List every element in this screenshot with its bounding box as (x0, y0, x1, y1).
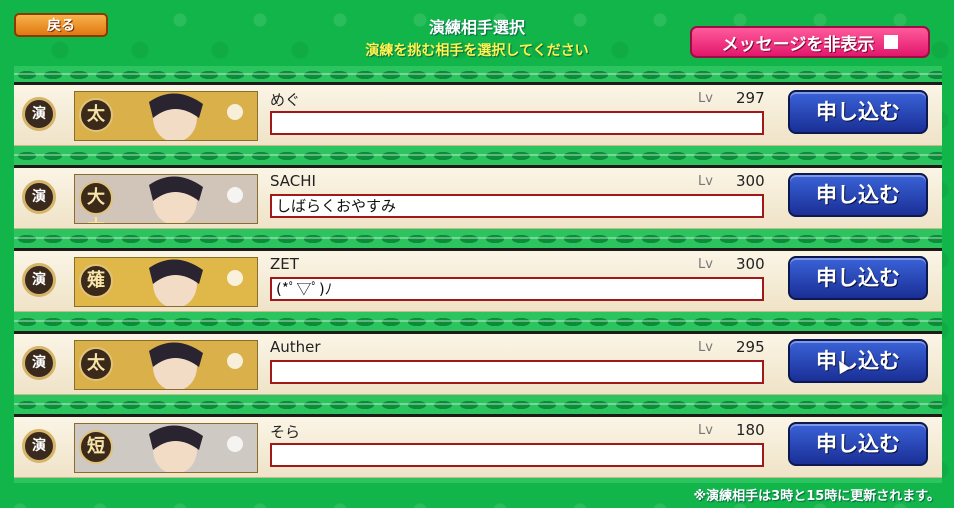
practice-badge-icon: 演 (22, 180, 56, 214)
opponent-row: 演 大太 SACHI Lv 300 しばらくおやすみ 申し込む (14, 165, 942, 229)
portrait-flower (227, 436, 243, 452)
opponent-row: 演 太 Auther Lv 295 申し込む (14, 331, 942, 395)
opponent-portrait: 薙 (74, 257, 258, 307)
opponent-message: しばらくおやすみ (270, 194, 764, 218)
update-note: ※演練相手は3時と15時に更新されます。 (693, 489, 940, 504)
opponent-portrait: 大太 (74, 174, 258, 224)
opponent-name: めぐ (270, 91, 301, 109)
opponent-message: (*ﾟ▽ﾟ)ﾉ (270, 277, 764, 301)
row-divider (14, 313, 942, 331)
practice-badge-icon: 演 (22, 97, 56, 131)
opponent-level: 297 (736, 89, 765, 107)
opponent-level: 180 (736, 421, 765, 439)
row-divider (14, 396, 942, 414)
apply-button[interactable]: 申し込む (788, 90, 928, 134)
opponent-list: 演 太 めぐ Lv 297 申し込む 演 大太 SACHI Lv (14, 66, 942, 483)
opponent-name: Auther (270, 338, 321, 356)
opponent-row: 演 薙 ZET Lv 300 (*ﾟ▽ﾟ)ﾉ 申し込む (14, 248, 942, 312)
hide-messages-label: メッセージを非表示 (721, 34, 875, 55)
opponent-name: SACHI (270, 172, 316, 190)
apply-button[interactable]: 申し込む (788, 173, 928, 217)
level-label: Lv (698, 257, 713, 272)
row-divider (14, 230, 942, 248)
apply-button[interactable]: 申し込む (788, 256, 928, 300)
apply-button[interactable]: 申し込む (788, 422, 928, 466)
opponent-message (270, 111, 764, 135)
opponent-row: 演 太 めぐ Lv 297 申し込む (14, 82, 942, 146)
practice-badge-icon: 演 (22, 429, 56, 463)
opponent-name: そら (270, 423, 301, 441)
sword-type-badge: 太 (79, 347, 113, 381)
opponent-message (270, 360, 764, 384)
level-label: Lv (698, 423, 713, 438)
level-label: Lv (698, 340, 713, 355)
row-divider (14, 147, 942, 165)
sword-type-badge: 薙 (79, 264, 113, 298)
portrait-flower (227, 270, 243, 286)
practice-badge-icon: 演 (22, 346, 56, 380)
sword-type-badge: 大太 (79, 181, 113, 223)
opponent-level: 300 (736, 255, 765, 273)
sword-type-badge: 短 (79, 430, 113, 464)
portrait-flower (227, 104, 243, 120)
opponent-portrait: 短 (74, 423, 258, 473)
opponent-row: 演 短 そら Lv 180 申し込む (14, 414, 942, 478)
checkbox-icon (884, 35, 899, 49)
level-label: Lv (698, 174, 713, 189)
apply-button[interactable]: 申し込む (788, 339, 928, 383)
opponent-level: 295 (736, 338, 765, 356)
hide-messages-button[interactable]: メッセージを非表示 (690, 26, 930, 58)
portrait-flower (227, 353, 243, 369)
opponent-message (270, 443, 764, 467)
opponent-portrait: 太 (74, 340, 258, 390)
opponent-name: ZET (270, 255, 299, 273)
opponent-level: 300 (736, 172, 765, 190)
level-label: Lv (698, 91, 713, 106)
portrait-flower (227, 187, 243, 203)
opponent-portrait: 太 (74, 91, 258, 141)
sword-type-badge: 太 (79, 98, 113, 132)
practice-badge-icon: 演 (22, 263, 56, 297)
